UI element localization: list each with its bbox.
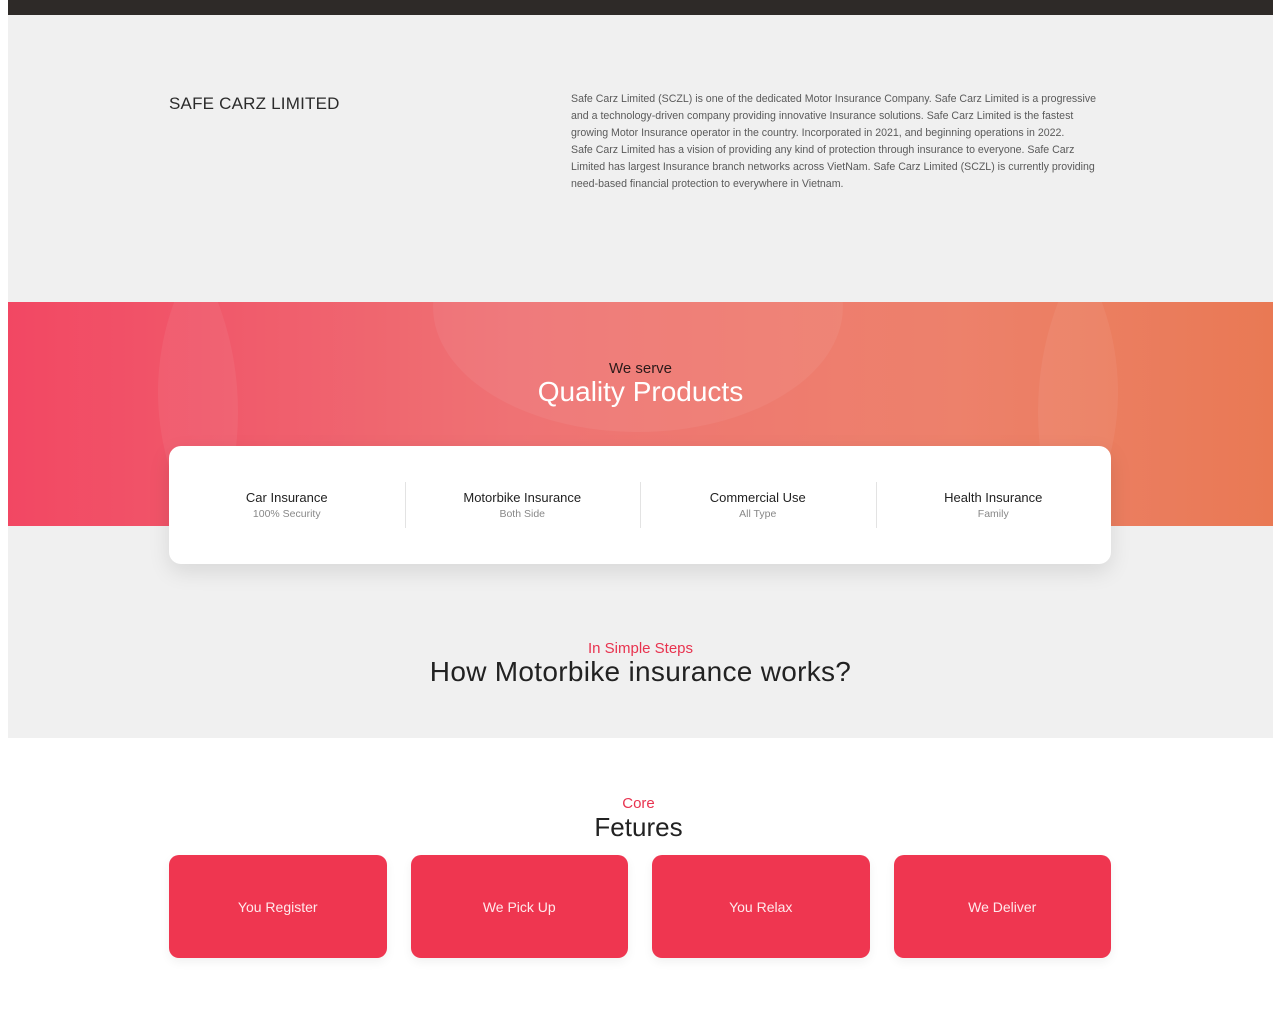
you-register-button[interactable]: You Register xyxy=(169,855,387,958)
product-name: Commercial Use xyxy=(709,490,806,505)
product-car-insurance[interactable]: Car Insurance 100% Security xyxy=(169,483,405,527)
hero-title: Quality Products xyxy=(537,376,744,407)
products-card: Car Insurance 100% Security Motorbike In… xyxy=(169,446,1111,564)
product-desc: 100% Security xyxy=(252,508,321,520)
we-pick-up-button[interactable]: We Pick Up xyxy=(410,855,628,958)
product-desc: Both Side xyxy=(499,508,546,520)
steps-kicker: In Simple Steps xyxy=(587,640,694,657)
core-kicker: Core xyxy=(622,795,655,812)
about-section: SAFE CARZ LIMITED Safe Carz Limited (SCZ… xyxy=(8,15,1273,302)
top-bar xyxy=(8,0,1273,15)
you-relax-button[interactable]: You Relax xyxy=(652,855,870,958)
features-row: You Register We Pick Up You Relax We Del… xyxy=(169,855,1111,958)
product-name: Motorbike Insurance xyxy=(463,490,582,505)
company-name: SAFE CARZ LIMITED xyxy=(169,94,340,113)
we-deliver-button[interactable]: We Deliver xyxy=(893,855,1111,958)
product-name: Car Insurance xyxy=(245,490,328,505)
product-desc: All Type xyxy=(739,508,777,520)
product-name: Health Insurance xyxy=(944,490,1043,505)
product-motorbike-insurance[interactable]: Motorbike Insurance Both Side xyxy=(404,482,641,528)
about-description: Safe Carz Limited (SCZL) is one of the d… xyxy=(571,91,1111,193)
hero-kicker: We serve xyxy=(608,360,673,377)
core-title: Fetures xyxy=(594,812,683,842)
steps-title: How Motorbike insurance works? xyxy=(429,656,852,687)
product-desc: Family xyxy=(977,508,1009,520)
about-paragraph: Safe Carz Limited (SCZL) is one of the d… xyxy=(571,93,1097,139)
about-paragraph: Safe Carz Limited has a vision of provid… xyxy=(571,144,1095,190)
product-commercial-use[interactable]: Commercial Use All Type xyxy=(640,482,876,528)
product-health-insurance[interactable]: Health Insurance Family xyxy=(875,482,1112,528)
